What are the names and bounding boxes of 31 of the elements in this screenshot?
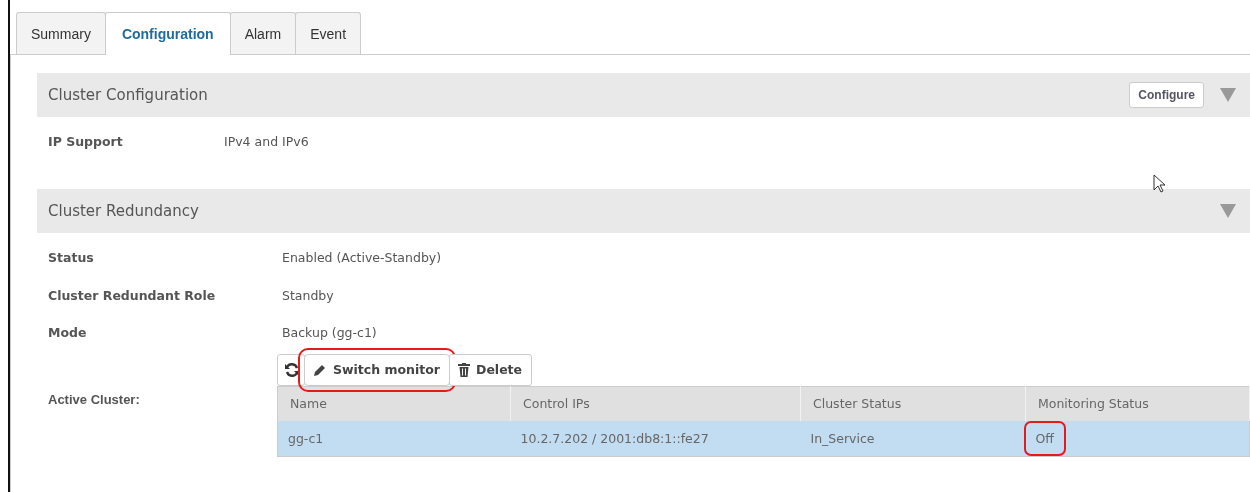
field-label: Cluster Redundant Role (48, 287, 217, 303)
table-cell-text: In_Service (809, 429, 876, 448)
field-value: Enabled (Active-Standby) (282, 250, 442, 265)
tab[interactable]: Summary (16, 12, 106, 54)
field-label: Active Cluster: (48, 390, 141, 409)
collapse-icon[interactable] (1220, 88, 1236, 102)
cursor-icon (1153, 174, 1165, 193)
field-value: Backup (gg-c1) (282, 325, 377, 340)
delete-button[interactable]: Delete (449, 353, 533, 386)
tab[interactable]: Event (295, 12, 362, 54)
column-header[interactable]: Monitoring Status (1025, 386, 1250, 421)
table-cell-text: gg-c1 (287, 429, 325, 448)
refresh-icon (284, 361, 300, 378)
table-cell-text: 10.2.7.202 / 2001:db8:1::fe27 (519, 429, 710, 448)
collapse-icon[interactable] (1220, 204, 1236, 218)
section-title: Cluster Configuration (48, 86, 209, 104)
tab[interactable]: Alarm (229, 12, 297, 54)
field-label: Status (48, 250, 95, 265)
field-value: Standby (282, 287, 334, 303)
column-header[interactable]: Cluster Status (800, 386, 1026, 421)
trash-icon (458, 362, 470, 377)
refresh-button[interactable] (277, 353, 305, 386)
pencil-icon (313, 362, 327, 377)
section-title: Cluster Redundancy (48, 202, 200, 220)
column-header[interactable]: Name (277, 386, 511, 421)
column-header[interactable]: Control IPs (510, 386, 801, 421)
field-label: IP Support (48, 134, 124, 149)
field-label: Mode (48, 325, 88, 340)
tab[interactable]: Configuration (104, 12, 231, 55)
configure-button[interactable]: Configure (1129, 82, 1204, 108)
field-value: IPv4 and IPv6 (224, 134, 309, 149)
